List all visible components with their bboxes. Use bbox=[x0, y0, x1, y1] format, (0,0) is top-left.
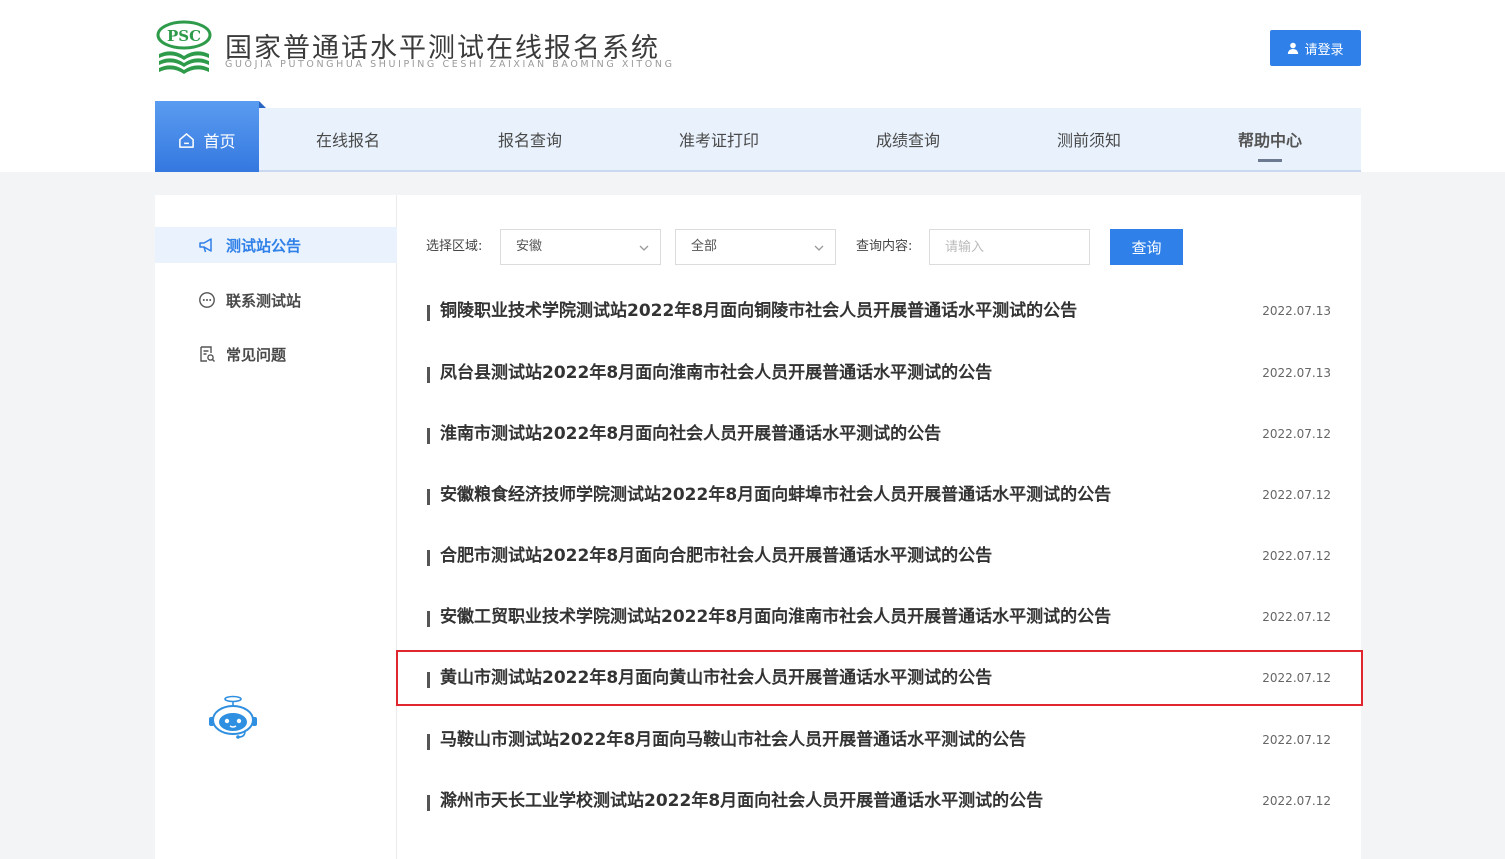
nav-item-admission-ticket[interactable]: 准考证打印 bbox=[638, 108, 800, 170]
query-label: 查询内容: bbox=[856, 239, 913, 254]
notice-date: 2022.07.13 bbox=[1262, 366, 1331, 380]
notice-item[interactable]: 安徽粮食经济技师学院测试站2022年8月面向蚌埠市社会人员开展普通话水平测试的公… bbox=[398, 469, 1361, 521]
item-marker bbox=[427, 550, 430, 566]
main-nav: 首页 在线报名 报名查询 准考证打印 成绩查询 测前须知 帮助中心 bbox=[155, 101, 1361, 172]
nav-item-registration-query[interactable]: 报名查询 bbox=[449, 108, 611, 170]
item-marker bbox=[427, 734, 430, 750]
site-logo[interactable]: PSC 国家普通话水平测试在线报名系统 GUOJIA PUTONGHUA SHU… bbox=[155, 20, 715, 80]
notice-item[interactable]: 凤台县测试站2022年8月面向淮南市社会人员开展普通话水平测试的公告 2022.0… bbox=[398, 347, 1361, 399]
nav-item-home[interactable]: 首页 bbox=[155, 101, 266, 172]
notice-title: 合肥市测试站2022年8月面向合肥市社会人员开展普通话水平测试的公告 bbox=[440, 546, 993, 566]
nav-item-pretest-notice[interactable]: 测前须知 bbox=[1008, 108, 1170, 170]
item-marker bbox=[427, 672, 430, 688]
notice-title: 铜陵职业技术学院测试站2022年8月面向铜陵市社会人员开展普通话水平测试的公告 bbox=[440, 301, 1078, 321]
chatbot-assistant-icon[interactable] bbox=[205, 695, 261, 743]
sidebar-item-station-notices[interactable]: 测试站公告 bbox=[155, 227, 397, 263]
scope-select[interactable]: 全部 bbox=[675, 229, 836, 265]
notice-item[interactable]: 滁州市天长工业学校测试站2022年8月面向社会人员开展普通话水平测试的公告 202… bbox=[398, 775, 1361, 827]
sidebar-item-label: 测试站公告 bbox=[226, 236, 302, 255]
notice-item[interactable]: 马鞍山市测试站2022年8月面向马鞍山市社会人员开展普通话水平测试的公告 2022… bbox=[398, 714, 1361, 766]
notice-date: 2022.07.12 bbox=[1262, 427, 1331, 441]
query-button[interactable]: 查询 bbox=[1110, 229, 1183, 265]
chevron-down-icon bbox=[814, 245, 824, 251]
region-label: 选择区域: bbox=[426, 239, 483, 254]
login-label: 请登录 bbox=[1304, 42, 1344, 58]
item-marker bbox=[427, 305, 430, 321]
notice-title: 安徽工贸职业技术学院测试站2022年8月面向淮南市社会人员开展普通话水平测试的公… bbox=[440, 607, 1112, 627]
header: PSC 国家普通话水平测试在线报名系统 GUOJIA PUTONGHUA SHU… bbox=[0, 0, 1505, 172]
nav-label: 帮助中心 bbox=[1237, 131, 1302, 150]
document-search-icon bbox=[200, 346, 215, 362]
notice-item[interactable]: 淮南市测试站2022年8月面向社会人员开展普通话水平测试的公告 2022.07.1… bbox=[398, 408, 1361, 460]
logo-badge-text: PSC bbox=[167, 27, 201, 45]
notice-item[interactable]: 安徽工贸职业技术学院测试站2022年8月面向淮南市社会人员开展普通话水平测试的公… bbox=[398, 591, 1361, 643]
notice-date: 2022.07.12 bbox=[1262, 549, 1331, 563]
notice-title: 滁州市天长工业学校测试站2022年8月面向社会人员开展普通话水平测试的公告 bbox=[440, 791, 1044, 811]
notice-date: 2022.07.12 bbox=[1262, 794, 1331, 808]
home-icon bbox=[179, 132, 195, 148]
query-input[interactable] bbox=[929, 229, 1090, 265]
nav-label: 报名查询 bbox=[497, 131, 562, 150]
region-select-value: 安徽 bbox=[516, 239, 543, 254]
notice-item-highlighted[interactable]: 黄山市测试站2022年8月面向黄山市社会人员开展普通话水平测试的公告 2022.0… bbox=[396, 650, 1363, 706]
notice-title: 淮南市测试站2022年8月面向社会人员开展普通话水平测试的公告 bbox=[440, 424, 942, 444]
notice-title: 凤台县测试站2022年8月面向淮南市社会人员开展普通话水平测试的公告 bbox=[440, 363, 993, 383]
item-marker bbox=[427, 611, 430, 627]
active-nav-indicator bbox=[1258, 159, 1282, 162]
megaphone-icon bbox=[199, 238, 212, 253]
notice-date: 2022.07.13 bbox=[1262, 304, 1331, 318]
nav-item-score-query[interactable]: 成绩查询 bbox=[827, 108, 989, 170]
site-subtitle: GUOJIA PUTONGHUA SHUIPING CESHI ZAIXIAN … bbox=[225, 59, 675, 70]
nav-label: 测前须知 bbox=[1056, 131, 1121, 150]
region-select[interactable]: 安徽 bbox=[500, 229, 661, 265]
scope-select-value: 全部 bbox=[691, 239, 718, 254]
nav-label: 成绩查询 bbox=[875, 131, 940, 150]
nav-label: 准考证打印 bbox=[678, 131, 759, 150]
sidebar-item-label: 联系测试站 bbox=[226, 291, 302, 310]
sidebar-item-faq[interactable]: 常见问题 bbox=[155, 336, 397, 372]
item-marker bbox=[427, 428, 430, 444]
psc-logo-icon: PSC bbox=[156, 20, 212, 74]
nav-item-online-registration[interactable]: 在线报名 bbox=[267, 108, 429, 170]
notice-item[interactable]: 铜陵职业技术学院测试站2022年8月面向铜陵市社会人员开展普通话水平测试的公告 2… bbox=[398, 285, 1361, 337]
nav-label: 首页 bbox=[203, 132, 236, 151]
item-marker bbox=[427, 489, 430, 505]
chevron-down-icon bbox=[639, 245, 649, 251]
notice-date: 2022.07.12 bbox=[1262, 610, 1331, 624]
login-button[interactable]: 请登录 bbox=[1270, 30, 1361, 66]
nav-label: 在线报名 bbox=[315, 131, 380, 150]
sidebar-item-label: 常见问题 bbox=[226, 345, 287, 364]
notice-item[interactable]: 合肥市测试站2022年8月面向合肥市社会人员开展普通话水平测试的公告 2022.0… bbox=[398, 530, 1361, 582]
notice-date: 2022.07.12 bbox=[1262, 671, 1331, 685]
user-icon bbox=[1288, 42, 1299, 54]
notice-title: 马鞍山市测试站2022年8月面向马鞍山市社会人员开展普通话水平测试的公告 bbox=[440, 730, 1027, 750]
nav-item-help-center[interactable]: 帮助中心 bbox=[1189, 108, 1351, 170]
notice-date: 2022.07.12 bbox=[1262, 488, 1331, 502]
item-marker bbox=[427, 367, 430, 383]
notice-title: 黄山市测试站2022年8月面向黄山市社会人员开展普通话水平测试的公告 bbox=[440, 668, 993, 688]
filter-bar: 选择区域: 安徽 全部 查询内容: 查询 bbox=[426, 229, 1226, 265]
item-marker bbox=[427, 795, 430, 811]
sidebar: 测试站公告 联系测试站 常见问题 bbox=[155, 195, 397, 859]
sidebar-item-contact-station[interactable]: 联系测试站 bbox=[155, 282, 397, 318]
content-panel: 测试站公告 联系测试站 常见问题 选择区域: 安徽 全部 查询内容: 请输入 查… bbox=[155, 195, 1363, 859]
chat-icon bbox=[199, 292, 215, 308]
notice-date: 2022.07.12 bbox=[1262, 733, 1331, 747]
notice-title: 安徽粮食经济技师学院测试站2022年8月面向蚌埠市社会人员开展普通话水平测试的公… bbox=[440, 485, 1112, 505]
